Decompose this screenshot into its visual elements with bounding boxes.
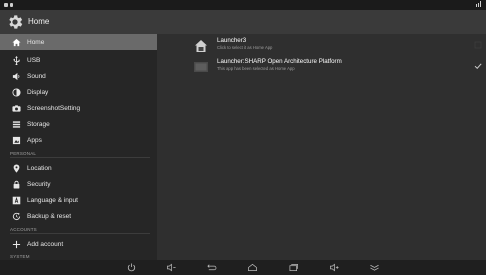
- sidebar-item-home[interactable]: Home: [0, 34, 157, 50]
- lock-icon: [10, 178, 22, 190]
- sidebar-item-language-input[interactable]: Language & input: [10, 192, 157, 208]
- language-icon: [10, 194, 22, 206]
- apps-icon: [10, 134, 22, 146]
- display-icon: [10, 86, 22, 98]
- location-pin-icon: [10, 162, 22, 174]
- divider: [10, 157, 150, 158]
- home-app-list: Launcher3 Click to select it as Home App…: [157, 34, 486, 260]
- sidebar-item-sound[interactable]: Sound: [10, 68, 157, 84]
- unselected-indicator-icon: [474, 41, 482, 49]
- divider: [10, 233, 150, 234]
- settings-gear-icon[interactable]: [6, 13, 24, 31]
- volume-down-button[interactable]: [164, 262, 178, 273]
- sidebar-item-label: Apps: [27, 136, 42, 144]
- section-header-system: SYSTEM: [10, 254, 30, 259]
- status-bar: [0, 0, 486, 10]
- volume-up-icon: [329, 263, 339, 272]
- section-header-accounts: ACCOUNTS: [10, 227, 37, 232]
- plus-icon: [10, 238, 22, 250]
- sidebar-item-label: Sound: [27, 72, 46, 80]
- action-bar: Home: [0, 10, 486, 34]
- collapse-icon: [369, 264, 379, 271]
- home-app-option-sharp-launcher[interactable]: Launcher:SHARP Open Architecture Platfor…: [193, 56, 483, 78]
- sidebar-item-label: Home: [27, 38, 45, 46]
- recents-icon: [289, 263, 298, 272]
- recents-button[interactable]: [286, 262, 300, 273]
- sidebar-item-backup-reset[interactable]: Backup & reset: [10, 208, 157, 224]
- navigation-bar: [0, 260, 486, 275]
- home-icon: [10, 36, 22, 48]
- notification-icon: [4, 3, 8, 7]
- speaker-icon: [10, 70, 22, 82]
- sidebar-item-label: Language & input: [27, 196, 78, 204]
- home-app-option-launcher3[interactable]: Launcher3 Click to select it as Home App: [193, 35, 483, 57]
- signal-icon: [476, 1, 481, 8]
- app-description: This app has been selected as Home App: [217, 66, 295, 71]
- sidebar-item-security[interactable]: Security: [10, 176, 157, 192]
- settings-sidebar: Home USB Sound Display ScreenshotSetting…: [0, 34, 157, 260]
- launcher3-app-icon: [195, 40, 207, 52]
- sidebar-item-add-account[interactable]: Add account: [10, 236, 157, 252]
- app-name: Launcher:SHARP Open Architecture Platfor…: [217, 58, 342, 65]
- sidebar-item-label: ScreenshotSetting: [27, 104, 81, 112]
- power-icon: [127, 263, 135, 272]
- sidebar-item-display[interactable]: Display: [10, 84, 157, 100]
- sidebar-item-label: Display: [27, 88, 49, 96]
- app-name: Launcher3: [217, 37, 247, 44]
- collapse-button[interactable]: [367, 262, 381, 273]
- storage-icon: [10, 118, 22, 130]
- volume-down-icon: [166, 263, 176, 272]
- power-button[interactable]: [124, 262, 138, 273]
- backup-icon: [10, 210, 22, 222]
- home-icon: [247, 263, 257, 272]
- sharp-launcher-app-icon: [194, 62, 208, 72]
- sidebar-item-screenshotsetting[interactable]: ScreenshotSetting: [10, 100, 157, 116]
- status-time: [476, 0, 482, 10]
- sidebar-item-location[interactable]: Location: [10, 160, 157, 176]
- page-title: Home: [28, 17, 50, 26]
- sidebar-item-apps[interactable]: Apps: [10, 132, 157, 148]
- back-icon: [206, 264, 216, 271]
- sidebar-item-storage[interactable]: Storage: [10, 116, 157, 132]
- section-header-personal: PERSONAL: [10, 151, 37, 156]
- usb-icon: [10, 54, 22, 66]
- sidebar-item-usb[interactable]: USB: [10, 52, 157, 68]
- app-description: Click to select it as Home App: [217, 45, 273, 50]
- sidebar-item-label: Security: [27, 180, 51, 188]
- notification-icon: [10, 3, 13, 7]
- sidebar-item-label: Backup & reset: [27, 212, 72, 220]
- sidebar-item-label: Add account: [27, 240, 64, 248]
- sidebar-item-label: USB: [27, 56, 41, 64]
- sidebar-item-label: Location: [27, 164, 52, 172]
- checkmark-icon: [474, 63, 482, 70]
- home-button[interactable]: [245, 262, 259, 273]
- back-button[interactable]: [204, 262, 218, 273]
- volume-up-button[interactable]: [327, 262, 341, 273]
- sidebar-item-label: Storage: [27, 120, 50, 128]
- camera-icon: [10, 102, 22, 114]
